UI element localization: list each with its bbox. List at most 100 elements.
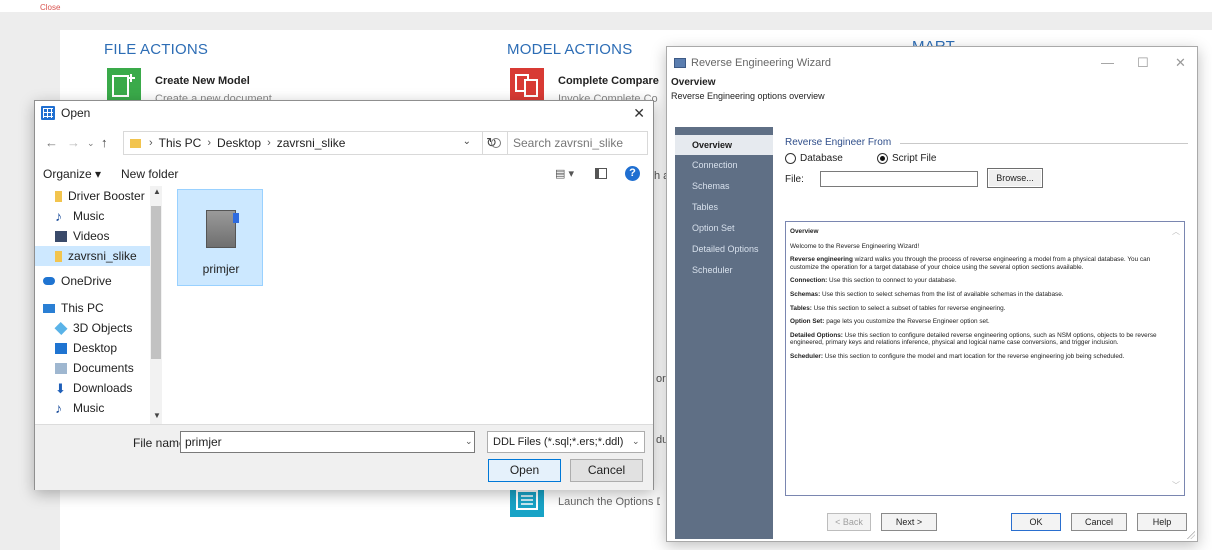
nav-scheduler[interactable]: Scheduler (675, 260, 773, 280)
desktop-icon (55, 342, 67, 354)
recent-locations-chevron-icon[interactable]: ⌄ (87, 138, 95, 149)
minimize-icon[interactable]: — (1101, 55, 1114, 70)
radio-database-indicator[interactable] (785, 153, 796, 164)
nav-option-set[interactable]: Option Set (675, 218, 773, 238)
group-divider (900, 143, 1188, 144)
music-icon: ♪ (55, 207, 62, 224)
info-scroll-down-icon[interactable]: ﹀ (1172, 480, 1180, 491)
dialog-app-icon (41, 106, 55, 120)
back-arrow-icon[interactable]: ← (45, 135, 58, 150)
complete-compare-title[interactable]: Complete Compare (558, 75, 659, 87)
navigation-scrollbar-thumb[interactable] (151, 206, 161, 359)
pc-icon (43, 303, 55, 313)
info-scroll-up-icon[interactable]: ︿ (1172, 226, 1180, 237)
resize-grip-icon[interactable] (1187, 531, 1195, 539)
address-bar[interactable]: › This PC › Desktop › zavrsni_slike ⌄ ↻ (123, 131, 508, 155)
close-icon[interactable]: ✕ (633, 105, 645, 122)
radio-script-file[interactable]: Script File (877, 153, 936, 164)
breadcrumb-current-folder[interactable]: zavrsni_slike (277, 136, 346, 150)
cancel-button[interactable]: Cancel (1071, 513, 1127, 531)
app-close-link[interactable]: Close (40, 3, 60, 12)
app-top-strip: Close (0, 0, 1212, 12)
cancel-button[interactable]: Cancel (570, 459, 643, 482)
radio-script-file-label: Script File (892, 153, 937, 164)
forward-arrow-icon[interactable]: → (67, 135, 80, 150)
open-button[interactable]: Open (488, 459, 561, 482)
tree-item-zavrsni-slike[interactable]: zavrsni_slike (35, 246, 150, 266)
wizard-titlebar: Reverse Engineering Wizard — ☐ ✕ (667, 47, 1197, 77)
breadcrumb-separator-icon: › (149, 137, 153, 149)
videos-icon (55, 230, 67, 242)
cloud-icon (43, 277, 55, 285)
tree-item-3d-objects[interactable]: 3D Objects (54, 318, 132, 338)
nav-tables[interactable]: Tables (675, 197, 773, 217)
maximize-icon[interactable]: ☐ (1137, 55, 1149, 71)
browse-button[interactable]: Browse... (987, 168, 1043, 188)
nav-overview[interactable]: Overview (675, 135, 773, 155)
view-options-icon[interactable]: ▤ ▾ (555, 167, 574, 180)
wizard-button-bar: < Back Next > OK Cancel Help (775, 509, 1195, 539)
info-paragraph: Reverse engineering wizard walks you thr… (790, 256, 1151, 271)
breadcrumb-this-pc[interactable]: This PC (159, 136, 202, 150)
tree-item-this-pc[interactable]: This PC (43, 298, 104, 318)
help-button[interactable]: Help (1137, 513, 1187, 531)
close-icon[interactable]: ✕ (1175, 55, 1186, 71)
next-button[interactable]: Next > (881, 513, 937, 531)
file-actions-title: FILE ACTIONS (104, 41, 209, 58)
create-model-icon[interactable] (107, 68, 141, 102)
tree-item-label: OneDrive (61, 274, 112, 288)
partial-text-or: or (656, 373, 666, 385)
address-dropdown-icon[interactable]: ⌄ (463, 136, 471, 147)
tree-item-videos[interactable]: Videos (55, 226, 109, 246)
nav-schemas[interactable]: Schemas (675, 176, 773, 196)
navigation-bar: ← → ⌄ ↑ › This PC › Desktop › zavrsni_sl… (35, 131, 653, 157)
new-folder-button[interactable]: New folder (121, 167, 178, 181)
tree-item-documents[interactable]: Documents (55, 358, 134, 378)
downloads-icon: ⬇ (55, 380, 66, 396)
music-icon: ♪ (55, 399, 62, 416)
search-icon (491, 138, 501, 148)
tree-item-label: Videos (73, 229, 110, 243)
file-name-dropdown-icon[interactable]: ⌄ (465, 436, 473, 447)
tree-item-label: Music (73, 209, 105, 223)
file-type-dropdown-icon[interactable]: ⌄ (632, 436, 640, 447)
tree-item-music-2[interactable]: ♪ Music (55, 398, 104, 418)
tree-item-downloads[interactable]: ⬇ Downloads (55, 378, 132, 398)
wizard-header-subtitle: Reverse Engineering options overview (671, 91, 825, 101)
tree-item-driver-booster[interactable]: Driver Booster (55, 186, 145, 206)
file-name-input[interactable]: primjer (180, 431, 475, 453)
script-file-input[interactable] (820, 171, 978, 187)
open-file-dialog: Open ✕ ← → ⌄ ↑ › This PC › Desktop › zav… (34, 100, 654, 490)
nav-detailed-options[interactable]: Detailed Options (675, 239, 773, 259)
tree-item-label: Documents (73, 361, 134, 375)
scroll-down-icon[interactable]: ▼ (153, 411, 161, 420)
tree-item-label: Music (73, 401, 105, 415)
tree-item-desktop[interactable]: Desktop (55, 338, 117, 358)
file-name: primjer (202, 262, 240, 276)
tree-item-label: This PC (61, 301, 104, 315)
ok-button[interactable]: OK (1011, 513, 1061, 531)
up-arrow-icon[interactable]: ↑ (101, 135, 108, 150)
info-paragraph: Option Set: page lets you customize the … (790, 318, 990, 326)
tree-item-onedrive[interactable]: OneDrive (43, 271, 112, 291)
create-model-title[interactable]: Create New Model (155, 75, 250, 87)
breadcrumb-separator-icon: › (267, 137, 271, 149)
nav-connection[interactable]: Connection (675, 155, 773, 175)
radio-database[interactable]: Database (785, 153, 843, 164)
help-icon[interactable]: ? (625, 166, 640, 181)
tree-item-music[interactable]: ♪ Music (55, 206, 104, 226)
complete-compare-icon[interactable] (510, 68, 544, 102)
preview-pane-icon[interactable] (595, 168, 607, 179)
file-type-select[interactable]: DDL Files (*.sql;*.ers;*.ddl) (487, 431, 645, 453)
back-button[interactable]: < Back (827, 513, 871, 531)
search-box[interactable]: Search zavrsni_slike (482, 131, 648, 155)
info-paragraph: Schemas: Use this section to select sche… (790, 290, 1064, 298)
wizard-app-icon (674, 58, 686, 68)
radio-script-file-indicator[interactable] (877, 153, 888, 164)
breadcrumb-desktop[interactable]: Desktop (217, 136, 261, 150)
file-label: File: (785, 174, 804, 185)
scroll-up-icon[interactable]: ▲ (153, 187, 161, 196)
info-paragraph: Connection: Use this section to connect … (790, 277, 957, 285)
organize-button[interactable]: Organize ▾ (43, 167, 101, 181)
file-item[interactable]: primjer (177, 189, 263, 286)
